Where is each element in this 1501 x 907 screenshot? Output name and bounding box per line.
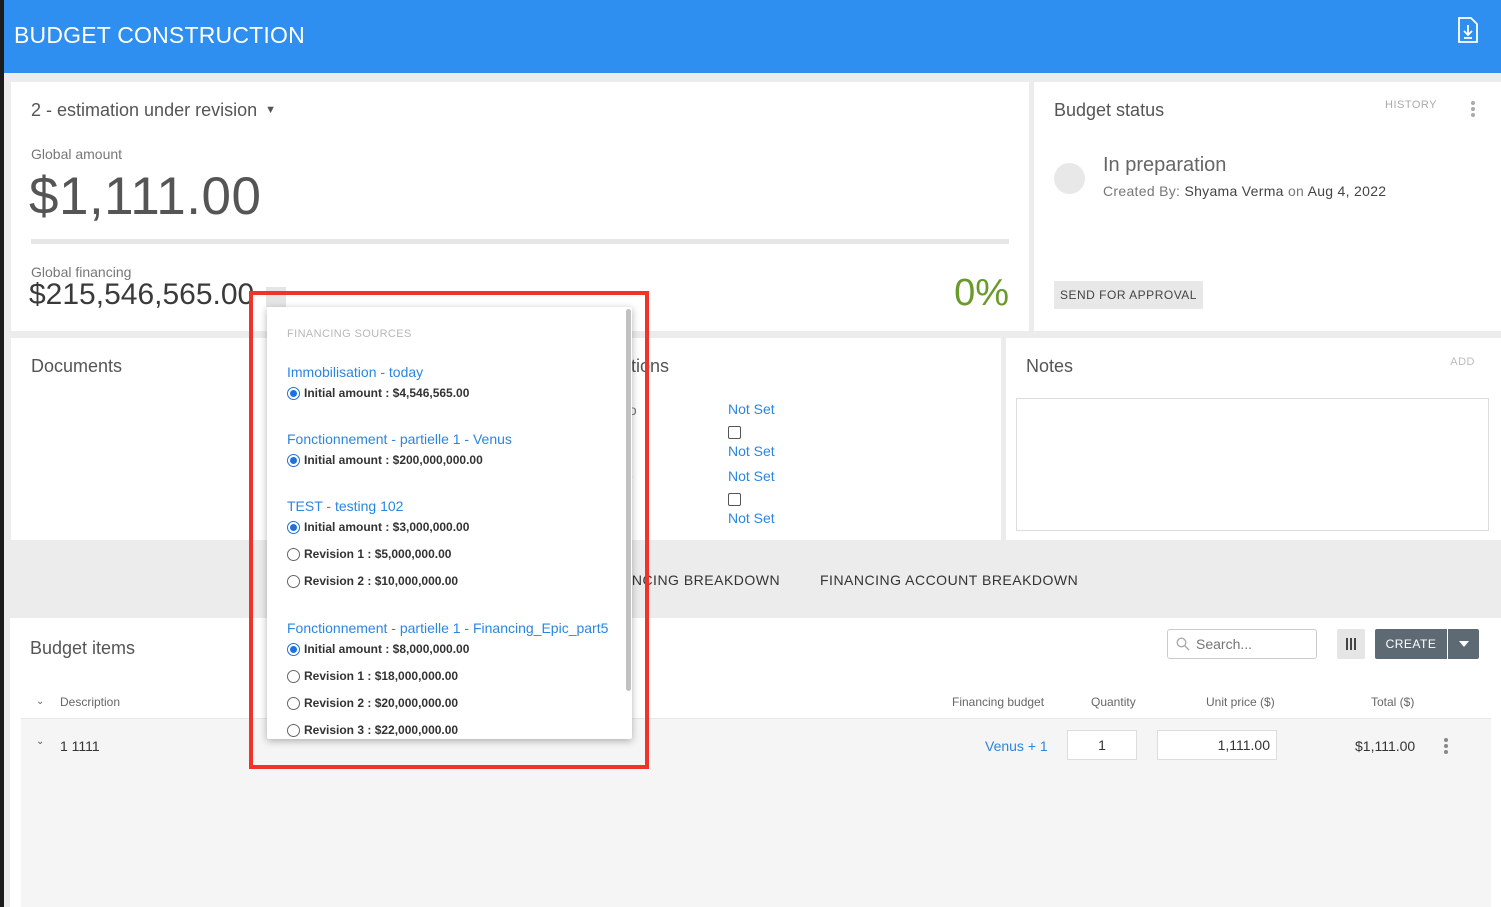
info-value-1[interactable]: Not Set <box>728 401 775 417</box>
info-checkbox-1[interactable] <box>728 426 741 439</box>
col-financing-budget: Financing budget <box>952 695 1045 709</box>
page-title: BUDGET CONSTRUCTION <box>14 22 305 48</box>
tab-financing-breakdown[interactable]: ANCING BREAKDOWN <box>622 572 780 588</box>
source-4-option-revision-3[interactable]: Revision 3 : $22,000,000.00 <box>287 723 458 737</box>
radio-icon[interactable] <box>287 723 300 737</box>
financing-progress-bar <box>31 239 1009 244</box>
radio-selected-icon[interactable] <box>287 386 300 400</box>
app-header: BUDGET CONSTRUCTION <box>4 0 1501 73</box>
source-3-option-revision-2[interactable]: Revision 2 : $10,000,000.00 <box>287 574 458 588</box>
table-row[interactable]: ⌄ 1 1111 Venus + 1 1 1,111.00 $1,111.00 <box>21 718 1491 907</box>
col-description: Description <box>60 695 121 709</box>
version-dropdown[interactable]: 2 - estimation under revision ▼ <box>31 100 276 121</box>
radio-icon[interactable] <box>287 574 300 588</box>
info-value-3[interactable]: Not Set <box>728 468 775 484</box>
add-note-button[interactable]: ADD <box>1450 356 1475 368</box>
source-3-option-revision-1[interactable]: Revision 1 : $5,000,000.00 <box>287 547 451 561</box>
created-by-label: Created By: <box>1103 183 1181 199</box>
global-amount: $1,111.00 <box>29 167 262 226</box>
status-indicator <box>1054 163 1085 194</box>
created-by-name: Shyama Verma <box>1184 183 1284 199</box>
history-link[interactable]: HISTORY <box>1385 99 1437 111</box>
source-4-option-initial[interactable]: Initial amount : $8,000,000.00 <box>287 642 469 656</box>
row-description: 1 1111 <box>60 738 100 754</box>
status-text: In preparation <box>1103 154 1227 176</box>
radio-selected-icon[interactable] <box>287 642 300 656</box>
option-label: Initial amount : $3,000,000.00 <box>304 520 470 534</box>
option-label: Revision 2 : $10,000,000.00 <box>304 574 459 588</box>
col-unit-price: Unit price ($) <box>1206 695 1275 709</box>
radio-icon[interactable] <box>287 669 300 683</box>
option-label: Initial amount : $4,546,565.00 <box>304 386 470 400</box>
source-2-option-initial[interactable]: Initial amount : $200,000,000.00 <box>287 453 483 467</box>
source-1-option-initial[interactable]: Initial amount : $4,546,565.00 <box>287 386 469 400</box>
created-date: Aug 4, 2022 <box>1307 183 1387 199</box>
expand-row-icon[interactable]: ⌄ <box>36 736 44 747</box>
documents-title: Documents <box>31 356 123 376</box>
source-4-option-revision-1[interactable]: Revision 1 : $18,000,000.00 <box>287 669 458 683</box>
unit-price-input[interactable]: 1,111.00 <box>1157 730 1277 760</box>
info-value-2[interactable]: Not Set <box>728 443 775 459</box>
search-input[interactable] <box>1196 635 1311 653</box>
notes-area[interactable] <box>1016 398 1489 531</box>
collapse-all-icon[interactable]: ⌄ <box>36 696 44 707</box>
informations-card: ations to e Not Set Not Set Not Set Not … <box>605 338 1001 540</box>
search-icon <box>1176 637 1190 651</box>
option-label: Initial amount : $8,000,000.00 <box>304 642 470 656</box>
global-financing-amount: $215,546,565.00 <box>29 278 255 311</box>
col-total: Total ($) <box>1371 695 1415 709</box>
chevron-down-icon: ▼ <box>265 104 276 116</box>
financing-sources-popup: FINANCING SOURCES Immobilisation - today… <box>267 307 632 739</box>
financing-percent: 0% <box>954 272 1009 314</box>
search-box[interactable] <box>1167 629 1317 659</box>
popup-heading: FINANCING SOURCES <box>287 328 412 340</box>
financing-details-toggle[interactable] <box>266 287 286 307</box>
columns-button[interactable] <box>1337 629 1365 659</box>
option-label: Initial amount : $200,000,000.00 <box>304 453 483 467</box>
on-label: on <box>1287 183 1305 199</box>
budget-status-card: Budget status HISTORY In preparation Cre… <box>1034 82 1501 331</box>
budget-items-title: Budget items <box>30 638 136 658</box>
radio-icon[interactable] <box>287 696 300 710</box>
source-title-2[interactable]: Fonctionnement - partielle 1 - Venus <box>287 431 512 447</box>
popup-scrollbar[interactable] <box>626 309 631 691</box>
info-value-4[interactable]: Not Set <box>728 510 775 526</box>
source-title-1[interactable]: Immobilisation - today <box>287 364 423 380</box>
col-quantity: Quantity <box>1091 695 1136 709</box>
radio-icon[interactable] <box>287 547 300 561</box>
source-title-4[interactable]: Fonctionnement - partielle 1 - Financing… <box>287 620 608 636</box>
budget-items-card: Budget items CREATE ⌄ Description Financ… <box>10 618 1501 907</box>
option-label: Revision 1 : $18,000,000.00 <box>304 669 459 683</box>
radio-selected-icon[interactable] <box>287 520 300 534</box>
create-button[interactable]: CREATE <box>1375 629 1447 659</box>
row-financing-budget-link[interactable]: Venus + 1 <box>985 738 1048 754</box>
option-label: Revision 3 : $22,000,000.00 <box>304 723 459 737</box>
row-total: $1,111.00 <box>1355 738 1416 754</box>
version-label: 2 - estimation under revision <box>31 100 258 120</box>
breakdown-tabs: ANCING BREAKDOWN FINANCING ACCOUNT BREAK… <box>10 543 1501 615</box>
notes-card: Notes ADD <box>1006 338 1501 540</box>
budget-status-title: Budget status <box>1054 100 1165 120</box>
source-title-3[interactable]: TEST - testing 102 <box>287 498 403 514</box>
source-4-option-revision-2[interactable]: Revision 2 : $20,000,000.00 <box>287 696 458 710</box>
notes-title: Notes <box>1026 356 1074 376</box>
status-menu-icon[interactable] <box>1471 101 1475 119</box>
create-dropdown-button[interactable] <box>1448 629 1479 659</box>
tab-financing-account-breakdown[interactable]: FINANCING ACCOUNT BREAKDOWN <box>820 572 1078 588</box>
row-menu-icon[interactable] <box>1444 738 1448 756</box>
send-for-approval-button[interactable]: SEND FOR APPROVAL <box>1054 281 1203 309</box>
window-edge <box>0 0 4 907</box>
estimate-card: 2 - estimation under revision ▼ Global am… <box>11 82 1029 331</box>
radio-selected-icon[interactable] <box>287 453 300 467</box>
quantity-input[interactable]: 1 <box>1067 730 1137 760</box>
download-icon[interactable] <box>1457 17 1479 43</box>
global-amount-label: Global amount <box>31 146 123 162</box>
option-label: Revision 2 : $20,000,000.00 <box>304 696 459 710</box>
status-created-by: Created By: Shyama Verma on Aug 4, 2022 <box>1103 183 1386 199</box>
info-checkbox-2[interactable] <box>728 493 741 506</box>
source-3-option-initial[interactable]: Initial amount : $3,000,000.00 <box>287 520 469 534</box>
option-label: Revision 1 : $5,000,000.00 <box>304 547 452 561</box>
